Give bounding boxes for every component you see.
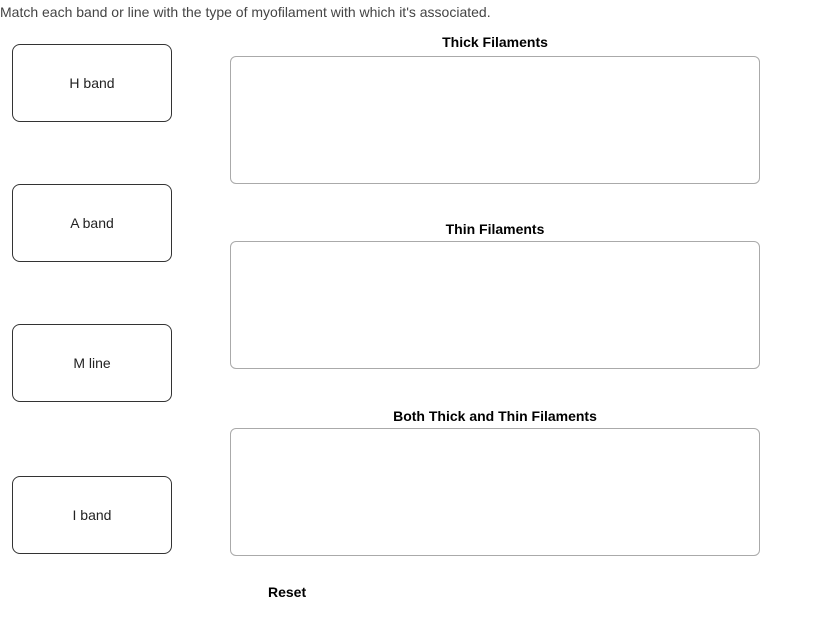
draggable-label: H band <box>69 75 114 91</box>
dropzone-title-thick: Thick Filaments <box>230 34 760 50</box>
dropzone-thin-filaments[interactable] <box>230 241 760 369</box>
draggable-i-band[interactable]: I band <box>12 476 172 554</box>
draggable-label: I band <box>73 507 112 523</box>
draggable-label: M line <box>73 355 110 371</box>
dropzone-thick-filaments[interactable] <box>230 56 760 184</box>
dropzone-title-both: Both Thick and Thin Filaments <box>230 408 760 424</box>
reset-button[interactable]: Reset <box>260 580 314 604</box>
draggable-m-line[interactable]: M line <box>12 324 172 402</box>
dropzone-title-thin: Thin Filaments <box>230 221 760 237</box>
draggable-a-band[interactable]: A band <box>12 184 172 262</box>
draggable-label: A band <box>70 215 114 231</box>
instruction-text: Match each band or line with the type of… <box>0 0 838 20</box>
matching-area: H band A band M line I band Thick Filame… <box>0 26 838 606</box>
dropzone-both-filaments[interactable] <box>230 428 760 556</box>
draggable-h-band[interactable]: H band <box>12 44 172 122</box>
